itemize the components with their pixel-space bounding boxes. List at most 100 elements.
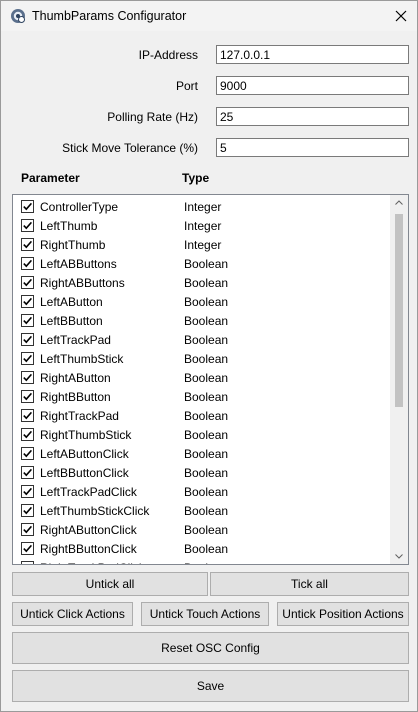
row-checkbox[interactable]	[21, 200, 34, 213]
polling-rate-input[interactable]	[216, 107, 409, 126]
list-item[interactable]: LeftAButtonClick Boolean	[13, 444, 389, 463]
close-button[interactable]	[383, 1, 418, 31]
checkmark-icon	[23, 297, 33, 306]
row-checkbox[interactable]	[21, 314, 34, 327]
checkmark-icon	[23, 430, 33, 439]
checkmark-icon	[23, 449, 33, 458]
checkmark-icon	[23, 525, 33, 534]
list-item[interactable]: RightTrackPadClick Boolean	[13, 558, 389, 564]
window-title: ThumbParams Configurator	[32, 9, 187, 23]
row-checkbox[interactable]	[21, 561, 34, 564]
checkmark-icon	[23, 259, 33, 268]
list-item[interactable]: LeftBButtonClick Boolean	[13, 463, 389, 482]
list-item[interactable]: LeftThumbStickClick Boolean	[13, 501, 389, 520]
checkmark-icon	[23, 373, 33, 382]
reset-osc-config-button[interactable]: Reset OSC Config	[12, 632, 409, 664]
row-checkbox[interactable]	[21, 409, 34, 422]
row-checkbox[interactable]	[21, 428, 34, 441]
row-parameter-type: Boolean	[184, 276, 229, 290]
checkmark-icon	[23, 468, 33, 477]
row-parameter-name: RightThumbStick	[40, 428, 132, 442]
row-parameter-type: Boolean	[184, 561, 228, 564]
list-item[interactable]: RightAButton Boolean	[13, 368, 389, 387]
row-parameter-type: Integer	[184, 219, 222, 233]
row-parameter-name: LeftThumbStickClick	[40, 504, 150, 518]
checkmark-icon	[23, 240, 33, 249]
checkmark-icon	[23, 411, 33, 420]
row-parameter-name: LeftTrackPadClick	[40, 485, 137, 499]
list-item[interactable]: RightBButton Boolean	[13, 387, 389, 406]
checkmark-icon	[23, 506, 33, 515]
row-checkbox[interactable]	[21, 276, 34, 289]
list-item[interactable]: RightTrackPad Boolean	[13, 406, 389, 425]
scroll-down-button[interactable]	[390, 548, 408, 564]
ip-address-input[interactable]	[216, 45, 409, 64]
list-item[interactable]: RightThumb Integer	[13, 235, 389, 254]
list-item[interactable]: ControllerType Integer	[13, 197, 389, 216]
checkmark-icon	[23, 487, 33, 496]
row-parameter-type: Boolean	[184, 371, 229, 385]
ip-address-label: IP-Address	[138, 48, 198, 62]
untick-touch-actions-button[interactable]: Untick Touch Actions	[141, 602, 269, 626]
row-parameter-type: Boolean	[184, 314, 229, 328]
row-checkbox[interactable]	[21, 257, 34, 270]
row-parameter-name: LeftAButton	[40, 295, 103, 309]
port-input[interactable]	[216, 76, 409, 95]
row-parameter-type: Boolean	[184, 485, 229, 499]
row-checkbox[interactable]	[21, 466, 34, 479]
row-checkbox[interactable]	[21, 523, 34, 536]
untick-click-actions-button[interactable]: Untick Click Actions	[12, 602, 133, 626]
row-checkbox[interactable]	[21, 542, 34, 555]
main-window: ThumbParams Configurator IP-Address Port…	[0, 0, 418, 712]
row-parameter-type: Boolean	[184, 390, 229, 404]
list-item[interactable]: LeftTrackPadClick Boolean	[13, 482, 389, 501]
list-item[interactable]: LeftBButton Boolean	[13, 311, 389, 330]
list-item[interactable]: RightAButtonClick Boolean	[13, 520, 389, 539]
row-checkbox[interactable]	[21, 504, 34, 517]
row-parameter-name: LeftBButton	[40, 314, 103, 328]
row-parameter-type: Boolean	[184, 257, 229, 271]
untick-position-actions-button[interactable]: Untick Position Actions	[277, 602, 409, 626]
checkmark-icon	[23, 278, 33, 287]
stick-tolerance-label: Stick Move Tolerance (%)	[62, 141, 198, 155]
chevron-up-icon	[395, 200, 403, 205]
row-parameter-name: RightABButtons	[40, 276, 125, 290]
list-item[interactable]: LeftAButton Boolean	[13, 292, 389, 311]
list-item[interactable]: LeftThumbStick Boolean	[13, 349, 389, 368]
row-parameter-name: RightThumb	[40, 238, 106, 252]
row-checkbox[interactable]	[21, 295, 34, 308]
row-checkbox[interactable]	[21, 485, 34, 498]
vertical-scrollbar[interactable]	[390, 195, 408, 564]
row-checkbox[interactable]	[21, 371, 34, 384]
checkmark-icon	[23, 392, 33, 401]
list-item[interactable]: RightThumbStick Boolean	[13, 425, 389, 444]
list-item[interactable]: LeftABButtons Boolean	[13, 254, 389, 273]
list-item[interactable]: LeftTrackPad Boolean	[13, 330, 389, 349]
row-checkbox[interactable]	[21, 447, 34, 460]
row-parameter-name: LeftThumb	[40, 219, 98, 233]
checkmark-icon	[23, 316, 33, 325]
close-icon	[395, 10, 407, 22]
save-button[interactable]: Save	[12, 670, 409, 702]
row-checkbox[interactable]	[21, 333, 34, 346]
row-checkbox[interactable]	[21, 238, 34, 251]
row-parameter-type: Boolean	[184, 333, 229, 347]
scrollbar-thumb[interactable]	[395, 214, 403, 407]
scroll-up-button[interactable]	[390, 195, 408, 211]
stick-tolerance-input[interactable]	[216, 138, 409, 157]
tick-all-button[interactable]: Tick all	[210, 572, 409, 596]
row-parameter-name: RightTrackPadClick	[40, 561, 145, 564]
parameter-list[interactable]: ControllerType Integer LeftThumb Integer Rig…	[12, 194, 409, 565]
checkmark-icon	[23, 221, 33, 230]
row-checkbox[interactable]	[21, 352, 34, 365]
list-item[interactable]: RightABButtons Boolean	[13, 273, 389, 292]
chevron-down-icon	[395, 554, 403, 559]
parameter-column-header: Parameter	[21, 171, 80, 185]
row-checkbox[interactable]	[21, 390, 34, 403]
untick-all-button[interactable]: Untick all	[12, 572, 208, 596]
row-checkbox[interactable]	[21, 219, 34, 232]
row-parameter-type: Boolean	[184, 523, 229, 537]
row-parameter-name: LeftTrackPad	[40, 333, 111, 347]
list-item[interactable]: RightBButtonClick Boolean	[13, 539, 389, 558]
list-item[interactable]: LeftThumb Integer	[13, 216, 389, 235]
